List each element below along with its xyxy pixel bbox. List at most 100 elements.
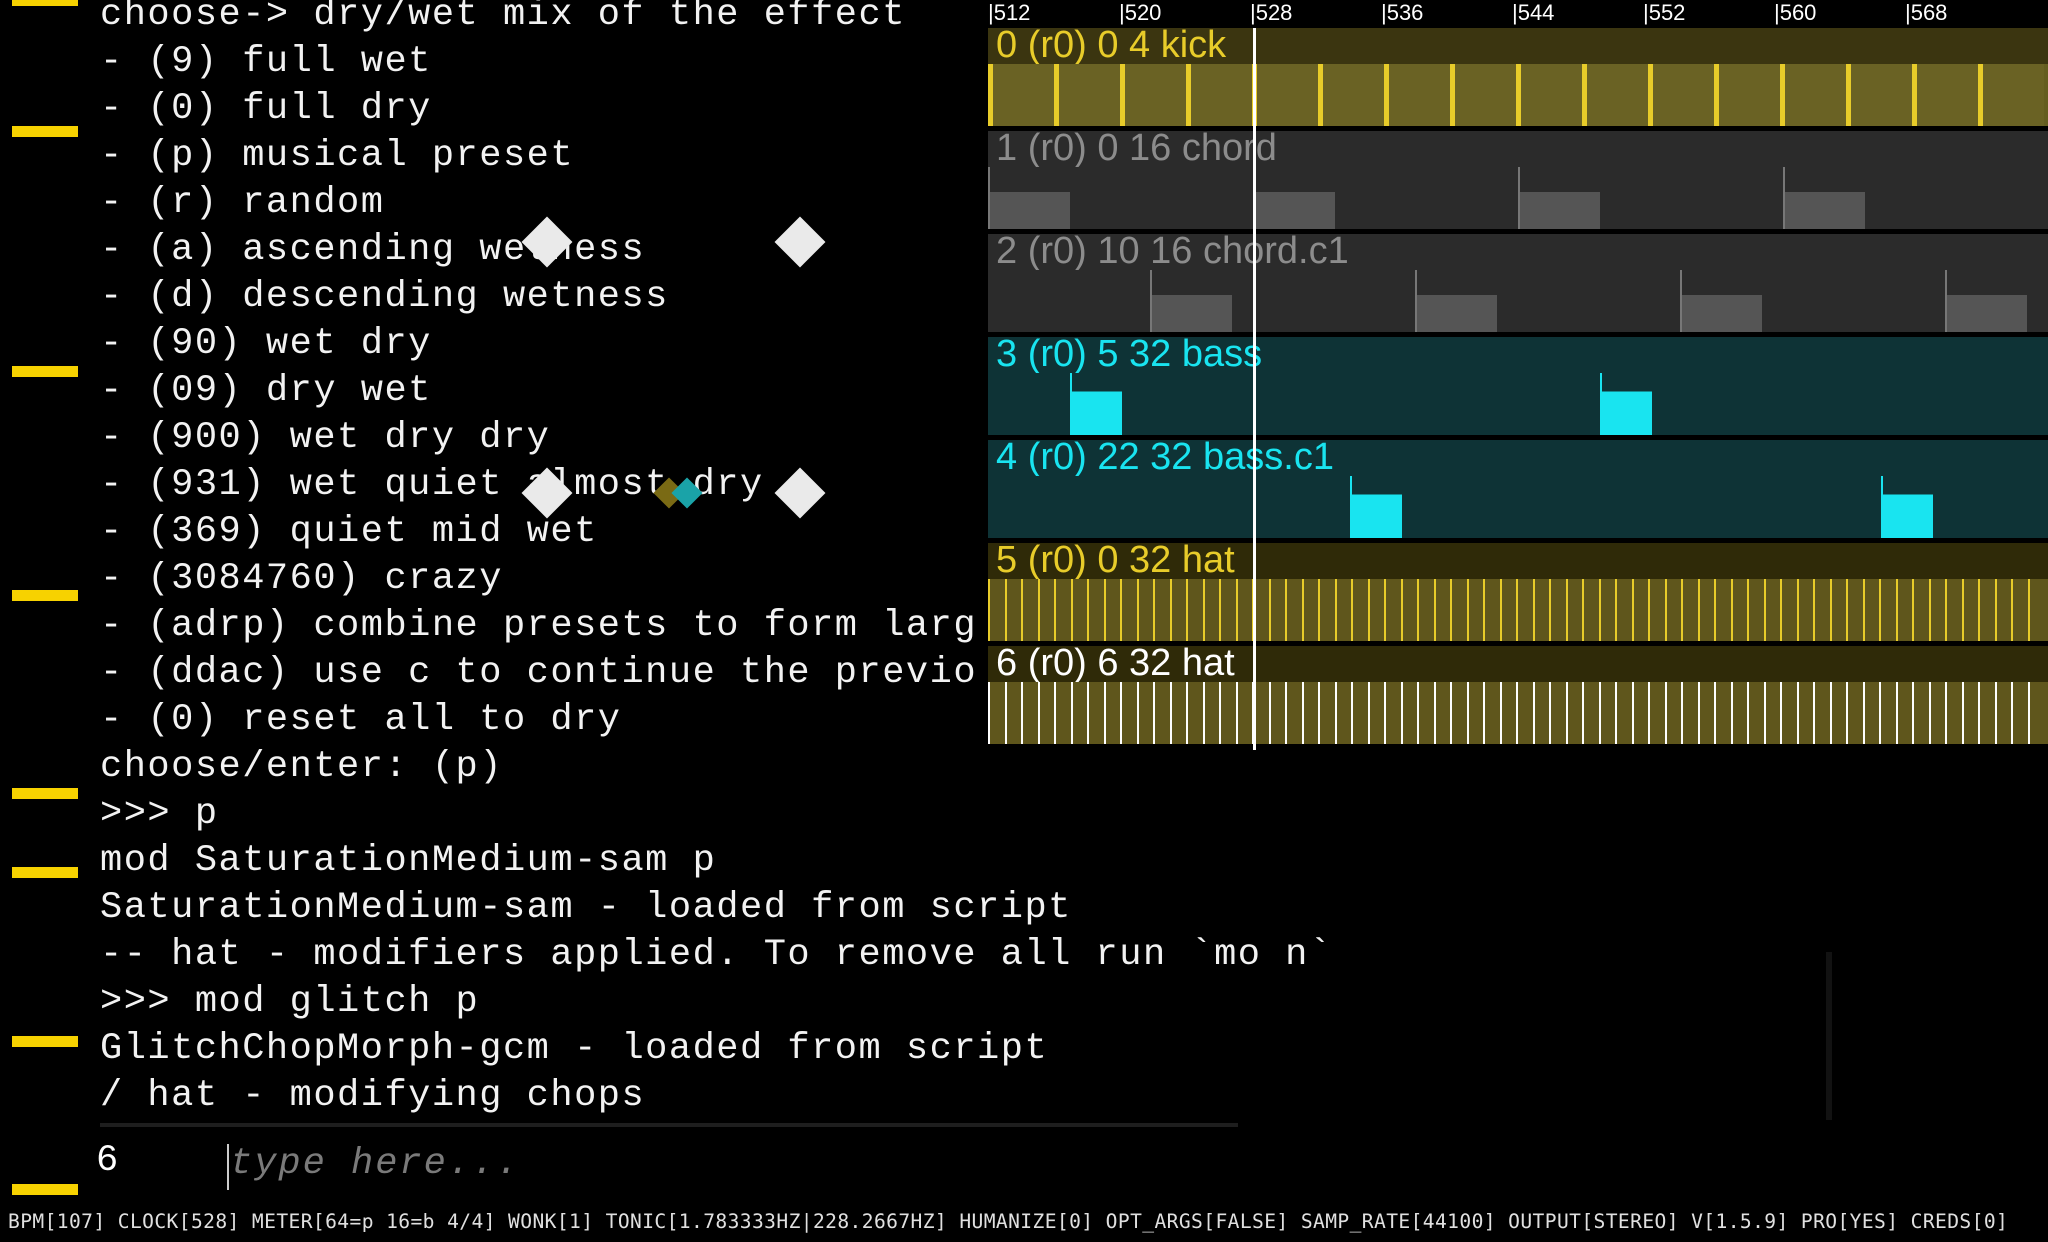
- track-clip[interactable]: [1433, 579, 1451, 641]
- track-clip[interactable]: [1450, 579, 1467, 641]
- track-clip[interactable]: [1945, 270, 2027, 332]
- track-clip[interactable]: [1565, 579, 1583, 641]
- track-clip[interactable]: [2011, 682, 2028, 744]
- track-clip[interactable]: [1186, 579, 1203, 641]
- track-clip[interactable]: [1202, 682, 1220, 744]
- track-clip[interactable]: [1862, 682, 1880, 744]
- track-clip[interactable]: [1780, 64, 1846, 126]
- track-clip[interactable]: [1846, 64, 1912, 126]
- track-clip[interactable]: [1004, 682, 1022, 744]
- track-clip[interactable]: [1268, 682, 1286, 744]
- track-clip[interactable]: [1351, 579, 1368, 641]
- track-clip[interactable]: [1697, 579, 1715, 641]
- track-clip[interactable]: [1037, 579, 1055, 641]
- track-lane[interactable]: 3 (r0) 5 32 bass: [988, 337, 2048, 436]
- track-clip[interactable]: [1318, 64, 1384, 126]
- track-clip[interactable]: [1054, 682, 1071, 744]
- track-clip[interactable]: [1895, 579, 1913, 641]
- track-clip[interactable]: [1912, 64, 1978, 126]
- track-clip[interactable]: [1070, 373, 1122, 435]
- track-clip[interactable]: [1549, 579, 1566, 641]
- track-clip[interactable]: [1714, 64, 1780, 126]
- track-clip[interactable]: [1881, 476, 1933, 538]
- track-clip[interactable]: [1153, 682, 1170, 744]
- track-clip[interactable]: [1895, 682, 1913, 744]
- track-clip[interactable]: [1021, 579, 1038, 641]
- track-lane[interactable]: 0 (r0) 0 4 kick: [988, 28, 2048, 127]
- track-clip[interactable]: [1054, 579, 1071, 641]
- track-clip[interactable]: [1268, 579, 1286, 641]
- track-clip[interactable]: [1747, 579, 1764, 641]
- track-clip[interactable]: [1648, 64, 1714, 126]
- track-clip[interactable]: [1350, 476, 1402, 538]
- track-clip[interactable]: [1087, 579, 1104, 641]
- track-clip[interactable]: [1648, 579, 1665, 641]
- track-clip[interactable]: [1796, 579, 1814, 641]
- track-clip[interactable]: [1648, 682, 1665, 744]
- track-clip[interactable]: [1565, 682, 1583, 744]
- track-clip[interactable]: [1417, 579, 1434, 641]
- track-clip[interactable]: [1103, 579, 1121, 641]
- track-clip[interactable]: [1615, 682, 1632, 744]
- track-clip[interactable]: [1829, 682, 1847, 744]
- track-clip[interactable]: [1415, 270, 1497, 332]
- track-clip[interactable]: [1120, 579, 1137, 641]
- track-clip[interactable]: [1120, 64, 1186, 126]
- track-clip[interactable]: [1400, 682, 1418, 744]
- track-clip[interactable]: [1978, 682, 1995, 744]
- playhead[interactable]: [1253, 28, 1256, 750]
- track-clip[interactable]: [1846, 579, 1863, 641]
- track-clip[interactable]: [1631, 682, 1649, 744]
- track-clip[interactable]: [1037, 682, 1055, 744]
- track-clip[interactable]: [1334, 579, 1352, 641]
- track-clip[interactable]: [1714, 579, 1731, 641]
- track-clip[interactable]: [1945, 579, 1962, 641]
- track-clip[interactable]: [1318, 579, 1335, 641]
- track-clip[interactable]: [1697, 682, 1715, 744]
- track-clip[interactable]: [1235, 682, 1253, 744]
- track-clip[interactable]: [1681, 682, 1698, 744]
- track-clip[interactable]: [1846, 682, 1863, 744]
- track-clip[interactable]: [1153, 579, 1170, 641]
- track-clip[interactable]: [1433, 682, 1451, 744]
- track-clip[interactable]: [1301, 682, 1319, 744]
- track-lane[interactable]: 5 (r0) 0 32 hat: [988, 543, 2048, 642]
- track-clip[interactable]: [1219, 682, 1236, 744]
- track-clip[interactable]: [1763, 579, 1781, 641]
- track-clip[interactable]: [1384, 682, 1401, 744]
- track-clip[interactable]: [1499, 579, 1517, 641]
- track-clip[interactable]: [1961, 579, 1979, 641]
- track-clip[interactable]: [1483, 579, 1500, 641]
- track-clip[interactable]: [1780, 682, 1797, 744]
- track-clip[interactable]: [1285, 579, 1302, 641]
- track-clip[interactable]: [2027, 579, 2045, 641]
- track-clip[interactable]: [1367, 682, 1385, 744]
- track-clip[interactable]: [1730, 682, 1748, 744]
- track-clip[interactable]: [1021, 682, 1038, 744]
- track-clip[interactable]: [1681, 579, 1698, 641]
- track-clip[interactable]: [1664, 579, 1682, 641]
- track-lane[interactable]: 6 (r0) 6 32 hat: [988, 646, 2048, 745]
- track-clip[interactable]: [1813, 682, 1830, 744]
- track-clip[interactable]: [1549, 682, 1566, 744]
- track-clip[interactable]: [1582, 682, 1599, 744]
- track-clip[interactable]: [1598, 682, 1616, 744]
- track-clip[interactable]: [1202, 579, 1220, 641]
- track-clip[interactable]: [1384, 64, 1450, 126]
- track-clip[interactable]: [1253, 167, 1335, 229]
- track-clip[interactable]: [1285, 682, 1302, 744]
- track-clip[interactable]: [1730, 579, 1748, 641]
- track-clip[interactable]: [1714, 682, 1731, 744]
- track-clip[interactable]: [1351, 682, 1368, 744]
- track-clip[interactable]: [1518, 167, 1600, 229]
- track-clip[interactable]: [988, 64, 1054, 126]
- track-clip[interactable]: [1120, 682, 1137, 744]
- track-clip[interactable]: [1219, 579, 1236, 641]
- track-clip[interactable]: [1466, 682, 1484, 744]
- track-clip[interactable]: [1334, 682, 1352, 744]
- track-clip[interactable]: [1912, 682, 1929, 744]
- track-clip[interactable]: [1615, 579, 1632, 641]
- track-clip[interactable]: [1466, 579, 1484, 641]
- track-clip[interactable]: [988, 167, 1070, 229]
- track-clip[interactable]: [1384, 579, 1401, 641]
